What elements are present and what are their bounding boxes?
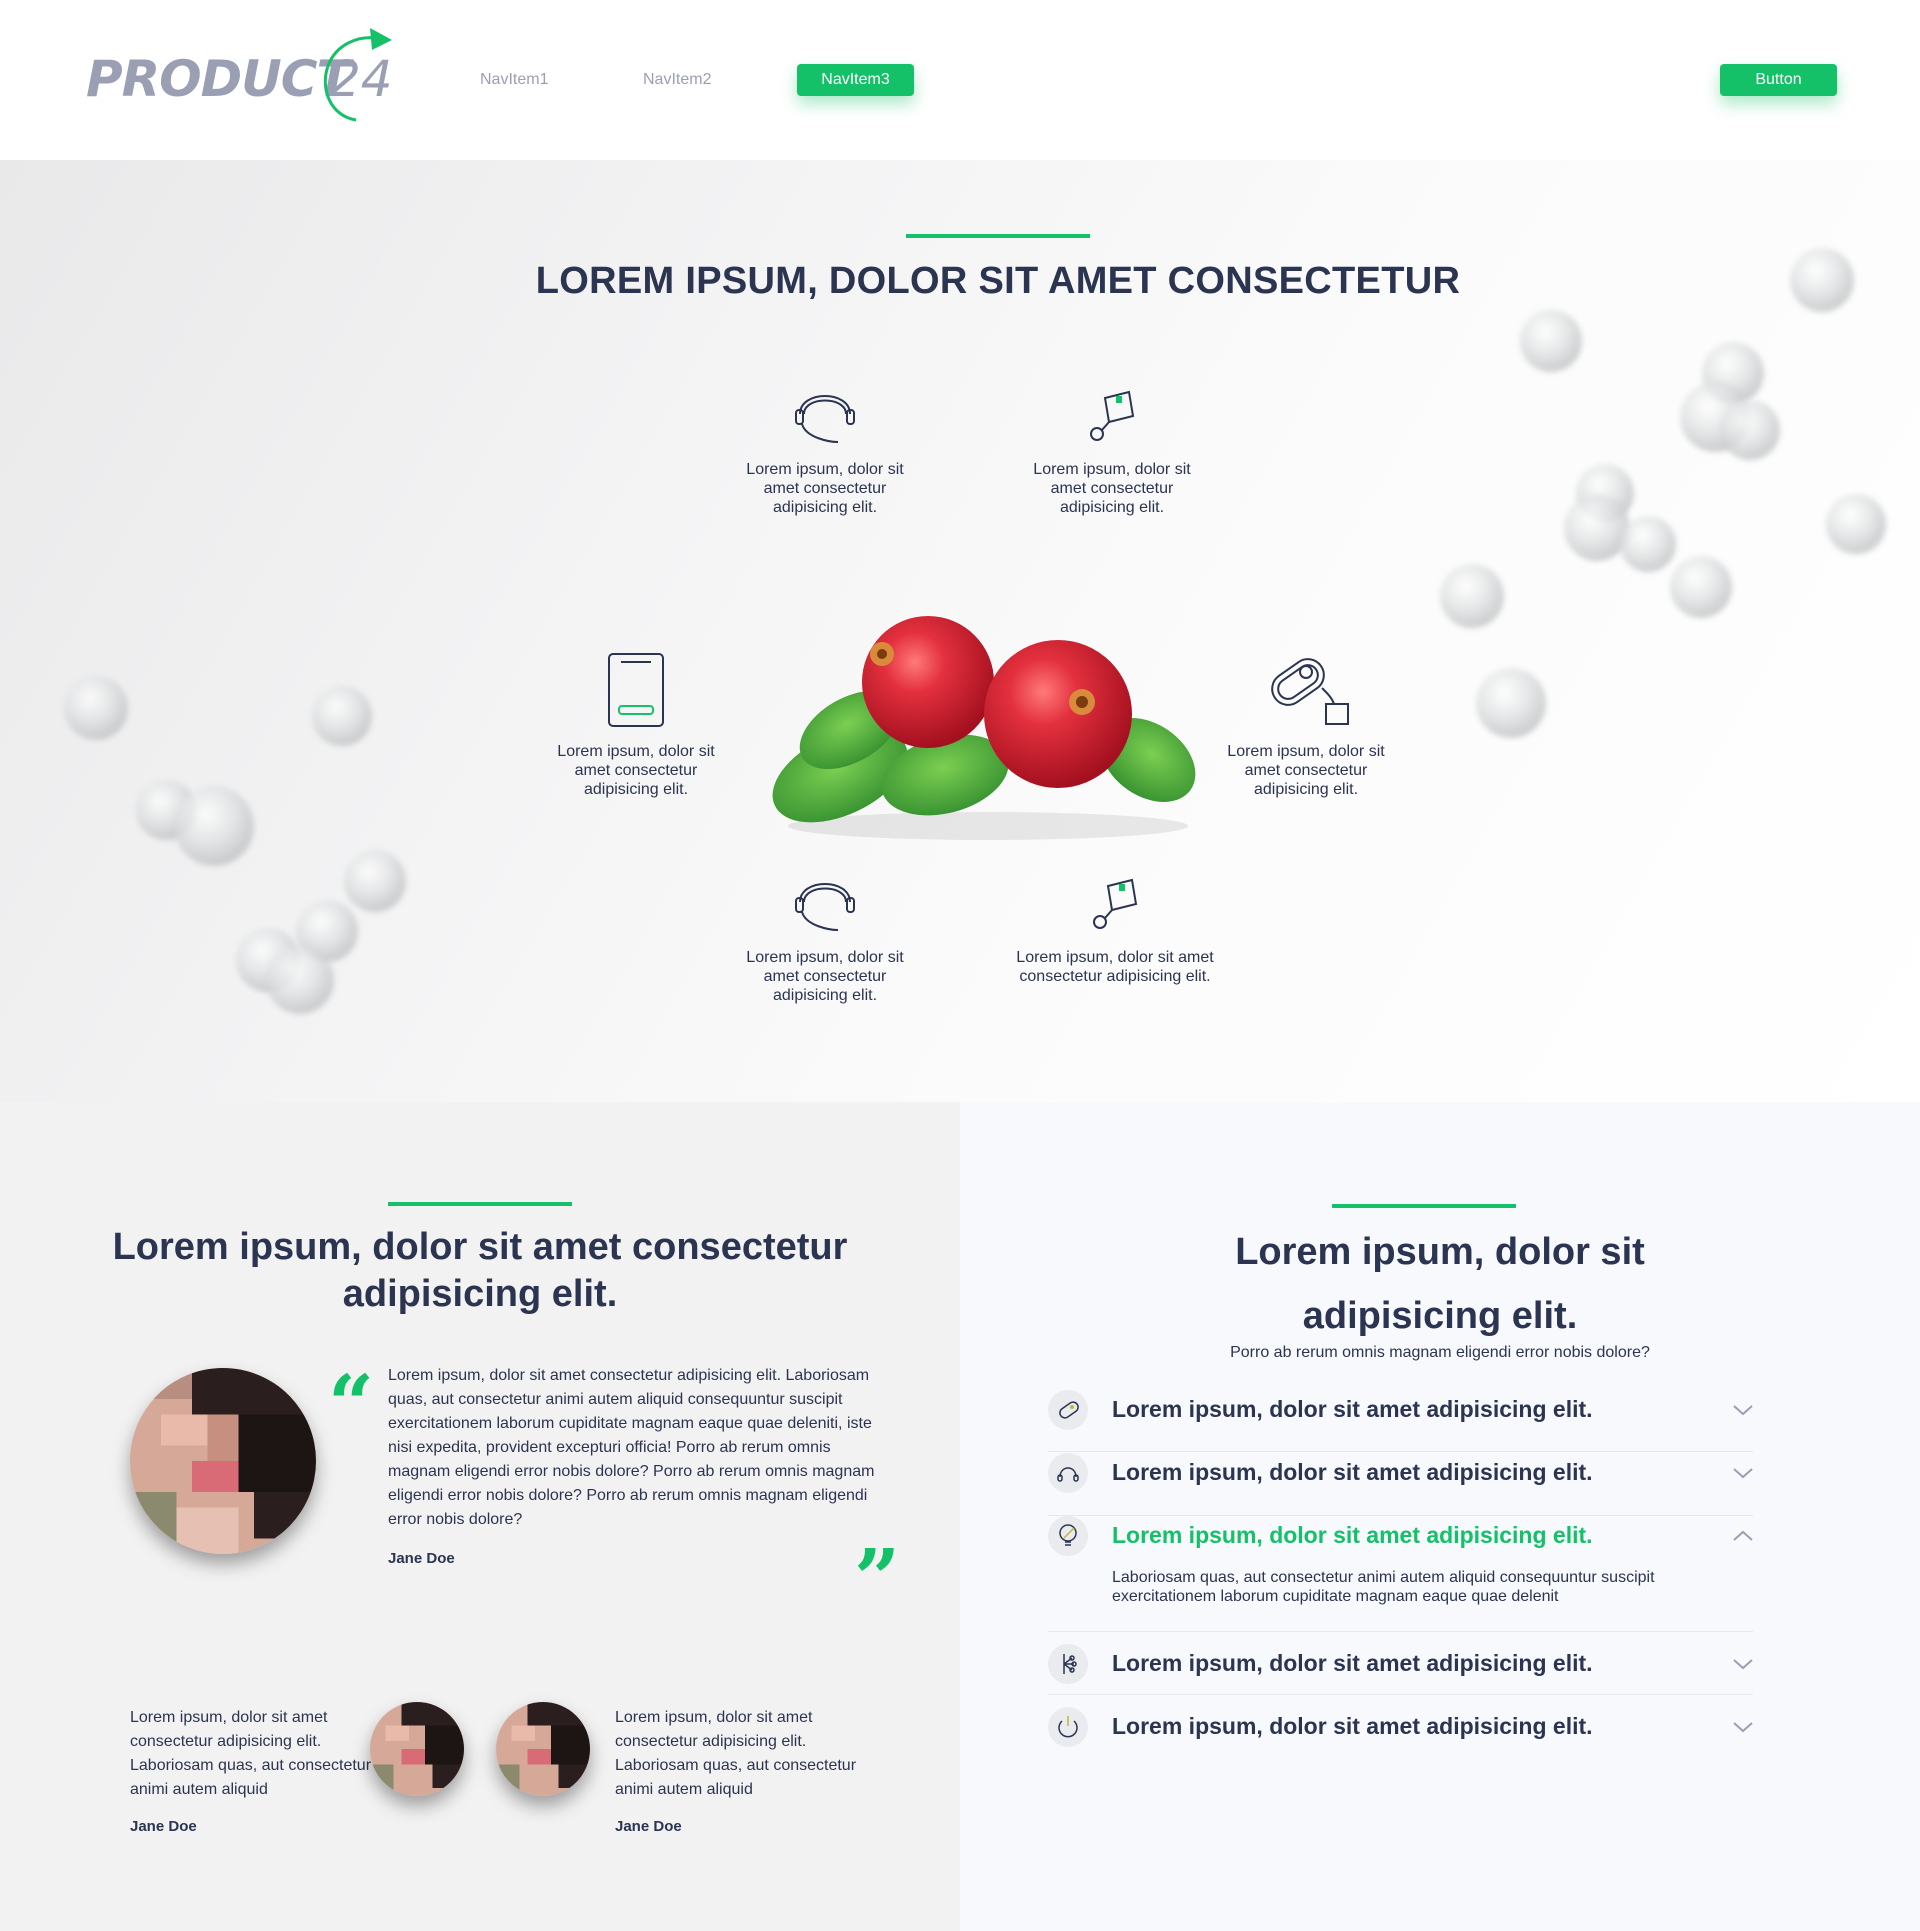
testimonial-author: Jane Doe <box>615 1818 682 1835</box>
package-icon <box>1090 390 1135 441</box>
nav-item-3[interactable]: NavItem3 <box>797 64 914 96</box>
feature-text: Lorem ipsum, dolor sit amet consectetur … <box>1227 743 1385 798</box>
header-button[interactable]: Button <box>1720 64 1837 96</box>
site-header: PRODUCT 24 NavItem1 NavItem2 NavItem3 Bu… <box>0 0 1920 160</box>
testimonials-section: Lorem ipsum, dolor sit amet consectetur … <box>0 1102 960 1931</box>
features-hero: LOREM IPSUM, DOLOR SIT AMET CONSECTETUR … <box>0 160 1920 1102</box>
feature-item: Lorem ipsum, dolor sit amet consectetur … <box>735 860 915 1005</box>
faq-title: Lorem ipsum, dolor sit adipisicing elit. <box>960 1220 1920 1348</box>
pearl-decoration <box>1476 668 1546 738</box>
headset-icon <box>1048 1453 1088 1493</box>
nav-item-1[interactable]: NavItem1 <box>480 64 550 96</box>
capsule-icon <box>1271 658 1349 725</box>
pearl-decoration <box>1440 564 1504 628</box>
faq-question[interactable]: Lorem ipsum, dolor sit amet adipisicing … <box>1112 1713 1593 1740</box>
pearl-decoration <box>1720 400 1780 460</box>
testimonial-text: Lorem ipsum, dolor sit amet consectetur … <box>130 1709 372 1798</box>
pearl-decoration <box>1620 516 1676 572</box>
feature-text: Lorem ipsum, dolor sit amet consectetur … <box>1016 949 1214 985</box>
section-divider <box>906 234 1090 238</box>
logo[interactable]: PRODUCT 24 <box>86 28 396 124</box>
nav-item-2[interactable]: NavItem2 <box>643 64 715 96</box>
network-icon <box>1048 1644 1088 1684</box>
feature-item: Lorem ipsum, dolor sit amet consectetur … <box>735 372 915 517</box>
chevron-up-icon[interactable] <box>1732 1528 1754 1544</box>
feature-item: Lorem ipsum, dolor sit amet consectetur … <box>546 650 726 799</box>
chevron-down-icon[interactable] <box>1732 1656 1754 1672</box>
faq-title-line2: adipisicing elit. <box>1302 1295 1578 1337</box>
avatar <box>496 1702 590 1796</box>
lightbulb-icon <box>1048 1516 1088 1556</box>
faq-question[interactable]: Lorem ipsum, dolor sit amet adipisicing … <box>1112 1650 1593 1677</box>
feature-text: Lorem ipsum, dolor sit amet consectetur … <box>746 461 904 516</box>
faq-item[interactable]: Lorem ipsum, dolor sit amet adipisicing … <box>1048 1695 1753 1758</box>
feature-item: Lorem ipsum, dolor sit amet consectetur … <box>1022 372 1202 517</box>
chevron-down-icon[interactable] <box>1732 1465 1754 1481</box>
tablet-icon <box>608 653 664 727</box>
faq-subtitle: Porro ab rerum omnis magnam eligendi err… <box>1230 1344 1650 1361</box>
testimonial-author: Jane Doe <box>130 1818 197 1835</box>
feature-item: Lorem ipsum, dolor sit amet consectetur … <box>1216 650 1396 799</box>
section-divider <box>388 1202 572 1206</box>
pearl-decoration <box>344 850 406 912</box>
avatar <box>130 1368 316 1554</box>
pearl-decoration <box>1826 494 1886 554</box>
faq-answer: Laboriosam quas, aut consectetur animi a… <box>1112 1569 1655 1605</box>
pearl-decoration <box>1670 556 1732 618</box>
testimonial-text: Lorem ipsum, dolor sit amet consectetur … <box>388 1367 875 1528</box>
pearl-decoration <box>64 676 128 740</box>
faq-question[interactable]: Lorem ipsum, dolor sit amet adipisicing … <box>1112 1459 1593 1486</box>
hero-title: LOREM IPSUM, DOLOR SIT AMET CONSECTETUR <box>535 260 1461 302</box>
chevron-down-icon[interactable] <box>1732 1402 1754 1418</box>
faq-item-expanded[interactable]: Lorem ipsum, dolor sit amet adipisicing … <box>1048 1516 1753 1632</box>
faq-question[interactable]: Lorem ipsum, dolor sit amet adipisicing … <box>1112 1396 1593 1423</box>
headset-icon <box>795 395 855 443</box>
faq-item[interactable]: Lorem ipsum, dolor sit amet adipisicing … <box>1048 1390 1753 1452</box>
pill-icon <box>1048 1390 1088 1430</box>
pearl-decoration <box>1520 310 1582 372</box>
open-quote-icon: “ <box>328 1357 375 1451</box>
faq-title-line1: Lorem ipsum, dolor sit <box>1235 1231 1645 1273</box>
logo-number: 24 <box>329 50 393 108</box>
chevron-down-icon[interactable] <box>1732 1719 1754 1735</box>
section-divider <box>1332 1204 1516 1208</box>
pearl-decoration <box>312 686 372 746</box>
faq-section: Lorem ipsum, dolor sit adipisicing elit.… <box>960 1102 1920 1931</box>
testimonial-text: Lorem ipsum, dolor sit amet consectetur … <box>615 1709 857 1798</box>
faq-item[interactable]: Lorem ipsum, dolor sit amet adipisicing … <box>1048 1632 1753 1695</box>
feature-text: Lorem ipsum, dolor sit amet consectetur … <box>557 743 715 798</box>
feature-text: Lorem ipsum, dolor sit amet consectetur … <box>746 949 904 1004</box>
feature-text: Lorem ipsum, dolor sit amet consectetur … <box>1033 461 1191 516</box>
close-quote-icon: ” <box>854 1531 901 1625</box>
pearl-decoration <box>266 946 334 1014</box>
power-icon <box>1048 1707 1088 1747</box>
faq-question[interactable]: Lorem ipsum, dolor sit amet adipisicing … <box>1112 1522 1593 1549</box>
pearl-decoration <box>174 786 254 866</box>
feature-item: Lorem ipsum, dolor sit amet consectetur … <box>1010 860 1220 986</box>
headset-icon <box>795 883 855 931</box>
testimonials-title: Lorem ipsum, dolor sit amet consectetur … <box>112 1226 848 1315</box>
cranberries-image <box>772 616 1196 840</box>
testimonial-author: Jane Doe <box>388 1550 455 1567</box>
package-icon <box>1093 878 1138 929</box>
faq-item[interactable]: Lorem ipsum, dolor sit amet adipisicing … <box>1048 1453 1753 1516</box>
avatar <box>370 1702 464 1796</box>
